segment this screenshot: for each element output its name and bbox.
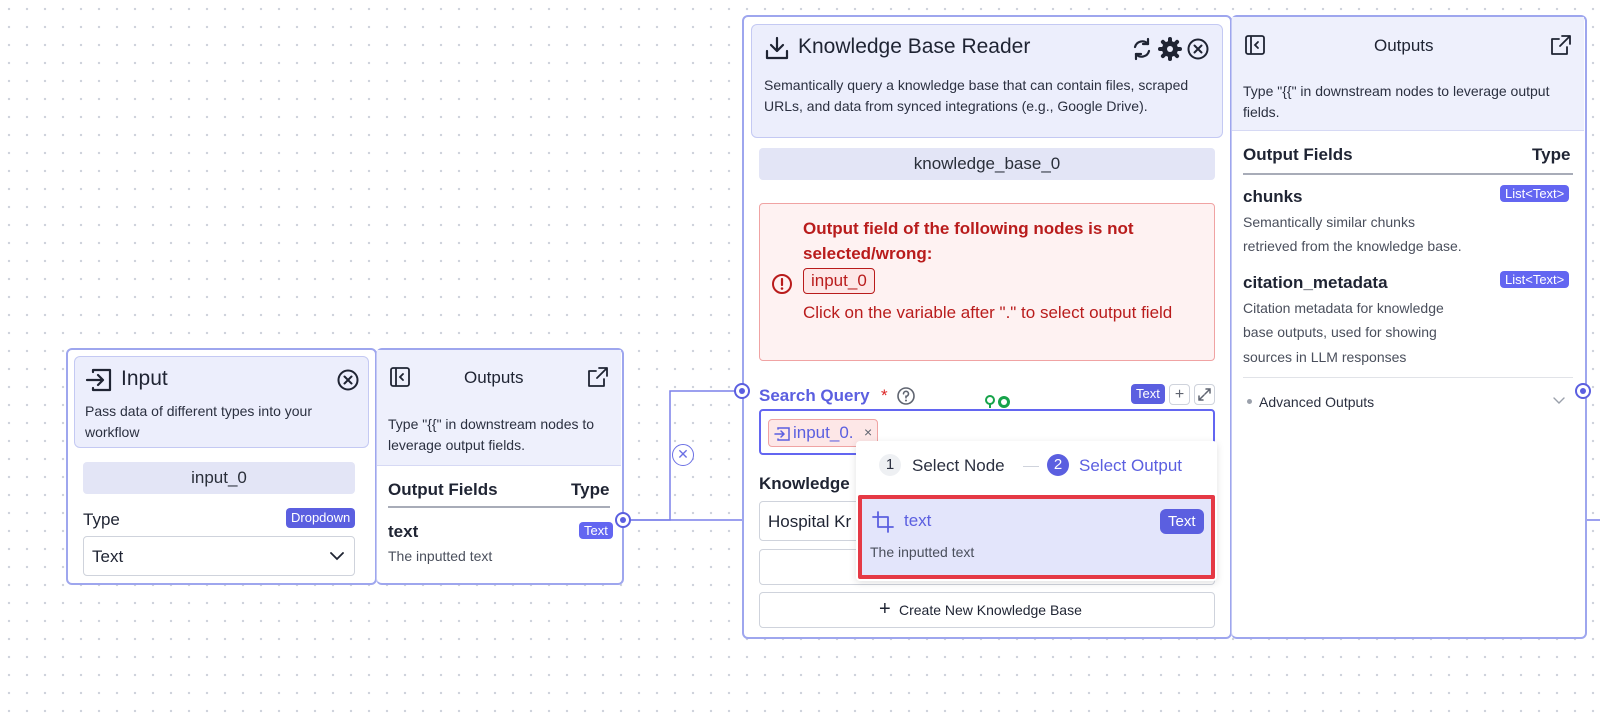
variable-chip-label: input_0. xyxy=(793,423,854,442)
knowledge-select-value: Hospital Kr xyxy=(768,512,852,531)
output-fields-header: Output Fields xyxy=(1243,145,1353,164)
outputs-description: Type "{{" in downstream nodes to leverag… xyxy=(388,416,595,453)
output-field-name: citation_metadata xyxy=(1243,273,1388,292)
close-icon[interactable] xyxy=(1187,38,1209,60)
output-field-name: text xyxy=(388,522,419,541)
chevron-down-icon xyxy=(330,551,344,561)
type-label: Type xyxy=(83,510,120,529)
error-hint: Click on the variable after "." to selec… xyxy=(803,303,1173,322)
outputs-title: Outputs xyxy=(1374,36,1434,55)
output-field-type: List<Text> xyxy=(1500,271,1570,288)
input-node[interactable]: Input Pass data of different types into … xyxy=(66,348,377,585)
bullet-icon xyxy=(1247,399,1252,404)
expand-icon[interactable] xyxy=(1194,384,1215,405)
error-node-chip[interactable]: input_0 xyxy=(803,268,875,294)
alert-circle-icon xyxy=(771,273,793,295)
advanced-outputs-label: Advanced Outputs xyxy=(1259,394,1375,410)
output-field-description: Semantically similar chunks xyxy=(1243,214,1415,230)
required-mark: * xyxy=(881,386,888,405)
kb-outputs-panel: Outputs Type "{{" in downstream nodes to… xyxy=(1231,15,1587,639)
output-fields-header: Output Fields xyxy=(388,480,498,499)
divider xyxy=(1243,377,1573,378)
collapse-panel-icon[interactable] xyxy=(389,366,411,388)
step2-number: 2 xyxy=(1047,454,1069,476)
output-field-name: chunks xyxy=(1243,187,1303,206)
outputs-title: Outputs xyxy=(464,368,524,387)
input-output-port[interactable] xyxy=(615,512,631,528)
outputs-description: Type "{{" in downstream nodes to leverag… xyxy=(1243,83,1550,120)
variable-selector-dropdown: 1 Select Node 2 Select Output text Text … xyxy=(856,441,1217,581)
external-link-icon[interactable] xyxy=(587,366,609,388)
output-field-type: List<Text> xyxy=(1500,185,1570,202)
close-icon[interactable] xyxy=(337,369,359,391)
plus-icon: + xyxy=(879,598,891,620)
kb-node-title: Knowledge Base Reader xyxy=(798,35,1031,58)
download-icon xyxy=(764,35,790,61)
dropdown-badge: Dropdown xyxy=(286,508,356,528)
step1-select-node[interactable]: Select Node xyxy=(912,456,1005,476)
extension-icon xyxy=(984,395,1016,409)
step2-select-output[interactable]: Select Output xyxy=(1079,456,1182,476)
knowledge-label: Knowledge xyxy=(759,474,850,493)
node-name-field[interactable]: knowledge_base_0 xyxy=(759,148,1215,180)
kb-node-header: Knowledge Base Reader Semantically query… xyxy=(751,24,1223,138)
collapse-panel-icon[interactable] xyxy=(1244,34,1266,56)
output-field-description: The inputted text xyxy=(388,548,493,564)
input-node-header: Input Pass data of different types into … xyxy=(74,356,369,448)
chip-remove-button[interactable]: × xyxy=(864,424,872,440)
input-node-title: Input xyxy=(121,367,168,390)
search-query-label: Search Query xyxy=(759,386,870,405)
error-box: Output field of the following nodes is n… xyxy=(759,203,1215,361)
output-field-description: retrieved from the knowledge base. xyxy=(1243,238,1462,254)
gear-icon[interactable] xyxy=(1158,37,1182,61)
kb-node-description: Semantically query a knowledge base that… xyxy=(764,77,1189,114)
external-link-icon[interactable] xyxy=(1550,34,1572,56)
divider xyxy=(388,506,610,508)
input-icon xyxy=(774,427,790,441)
option-name: text xyxy=(904,511,932,530)
output-field-type: Text xyxy=(579,522,613,539)
help-icon[interactable] xyxy=(896,386,916,406)
type-header: Type xyxy=(571,480,610,499)
add-variable-button[interactable]: + xyxy=(1169,384,1190,405)
delete-edge-button[interactable]: ✕ xyxy=(672,444,694,466)
create-knowledge-base-button[interactable]: + Create New Knowledge Base xyxy=(759,592,1215,628)
refresh-icon[interactable] xyxy=(1130,37,1154,61)
crop-icon xyxy=(872,511,894,533)
option-type-badge: Text xyxy=(1160,509,1204,534)
search-type-badge: Text xyxy=(1131,384,1165,404)
step1-number: 1 xyxy=(879,454,901,476)
type-select-value: Text xyxy=(92,547,124,566)
option-description: The inputted text xyxy=(870,544,975,560)
error-title: Output field of the following nodes is n… xyxy=(803,219,1134,263)
node-name-field[interactable]: input_0 xyxy=(83,462,355,494)
input-icon xyxy=(85,367,113,393)
advanced-outputs-toggle[interactable]: Advanced Outputs xyxy=(1243,391,1573,415)
input-outputs-panel: Outputs Type "{{" in downstream nodes to… xyxy=(376,348,624,585)
type-select[interactable]: Text xyxy=(83,536,355,576)
input-node-description: Pass data of different types into your w… xyxy=(85,403,312,440)
step-divider xyxy=(1023,466,1039,467)
output-field-description: base outputs, used for showing xyxy=(1243,324,1437,340)
output-option-text[interactable]: text Text The inputted text xyxy=(858,495,1215,579)
type-header: Type xyxy=(1532,145,1571,164)
output-field-description: Citation metadata for knowledge xyxy=(1243,300,1444,316)
output-field-description: sources in LLM responses xyxy=(1243,349,1407,365)
search-query-input-port[interactable] xyxy=(734,383,750,399)
kb-output-port[interactable] xyxy=(1575,383,1591,399)
create-button-label: Create New Knowledge Base xyxy=(899,602,1082,618)
chevron-down-icon xyxy=(1553,397,1565,405)
divider xyxy=(1243,173,1573,175)
